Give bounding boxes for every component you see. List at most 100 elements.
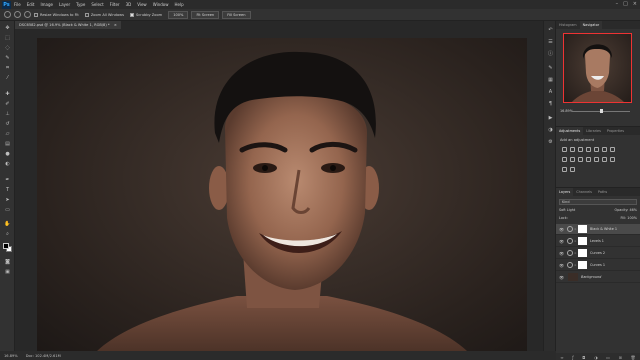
layer-filter-select[interactable]: Kind	[559, 199, 637, 205]
swatches-panel-icon[interactable]: ▦	[547, 77, 554, 83]
chain-link-icon[interactable]: ∞	[574, 263, 577, 267]
status-zoom[interactable]: 16.89%	[4, 354, 18, 358]
eyedropper-icon[interactable]: ⁄	[4, 75, 11, 81]
canvas-area[interactable]	[15, 29, 543, 351]
layer-row[interactable]: 👁 Background	[556, 272, 640, 283]
hue-saturation-icon[interactable]	[602, 147, 607, 152]
healing-brush-icon[interactable]: ✚	[4, 91, 11, 97]
tab-paths[interactable]: Paths	[595, 188, 610, 196]
fill-screen-button[interactable]: Fill Screen	[222, 10, 251, 19]
resize-windows-checkbox[interactable]	[34, 12, 38, 17]
gradient-tool-icon[interactable]: ▤	[4, 141, 11, 147]
menu-type[interactable]: Type	[76, 2, 85, 7]
exposure-icon[interactable]	[586, 147, 591, 152]
layer-name[interactable]: Background	[581, 275, 601, 279]
channel-mixer-icon[interactable]	[578, 157, 583, 162]
paragraph-panel-icon[interactable]: ¶	[547, 101, 554, 107]
type-tool-icon[interactable]: T	[4, 187, 11, 193]
zoom-tool-preset-icon[interactable]	[4, 11, 11, 18]
mask-icon[interactable]: ◘	[582, 355, 585, 360]
opacity-input[interactable]: 46%	[629, 208, 637, 212]
posterize-icon[interactable]	[602, 157, 607, 162]
lasso-tool-icon[interactable]: ◌	[4, 45, 11, 51]
blur-tool-icon[interactable]: ●	[4, 151, 11, 157]
chain-link-icon[interactable]: ∞	[574, 251, 577, 255]
menu-view[interactable]: View	[137, 2, 147, 7]
fx-icon[interactable]: ƒ	[572, 355, 573, 360]
folder-icon[interactable]: ▭	[606, 355, 610, 360]
photo-filter-icon[interactable]	[570, 157, 575, 162]
dodge-tool-icon[interactable]: ◐	[4, 161, 11, 167]
tab-histogram[interactable]: Histogram	[556, 21, 580, 29]
close-button[interactable]: ×	[633, 1, 637, 7]
layer-row[interactable]: 👁 ∞ Black & White 1	[556, 224, 640, 235]
visibility-eye-icon[interactable]: 👁	[559, 251, 565, 256]
adjustment-icon[interactable]: ◑	[594, 355, 598, 360]
quick-mask-icon[interactable]: ◙	[4, 259, 11, 265]
levels-icon[interactable]	[570, 147, 575, 152]
navigator-zoom[interactable]: 16.89%	[560, 109, 573, 113]
chain-link-icon[interactable]: ∞	[574, 239, 577, 243]
quick-select-icon[interactable]: ✎	[4, 55, 11, 61]
history-panel-icon[interactable]: ↶	[547, 27, 554, 33]
color-balance-icon[interactable]	[610, 147, 615, 152]
color-lookup-icon[interactable]	[586, 157, 591, 162]
zoom-out-icon[interactable]	[24, 11, 31, 18]
menu-filter[interactable]: Filter	[110, 2, 120, 7]
zoom-all-checkbox[interactable]	[84, 12, 89, 17]
navigator-slider-handle[interactable]	[600, 109, 603, 113]
fill-input[interactable]: 100%	[627, 216, 637, 220]
brush-panel-icon[interactable]: ✎	[547, 65, 554, 71]
layer-name[interactable]: Curves 2	[590, 251, 605, 255]
zoom-tool-icon[interactable]: ⌕	[4, 231, 11, 237]
zoom-in-icon[interactable]	[14, 11, 21, 18]
move-tool-icon[interactable]: ✥	[4, 25, 11, 31]
navigator-view-frame[interactable]	[563, 33, 632, 103]
visibility-eye-icon[interactable]: 👁	[559, 275, 565, 280]
layer-row[interactable]: 👁 ∞ Curves 2	[556, 248, 640, 259]
document-tab[interactable]: DSC6582.psd @ 16.9% (Black & White 1, RG…	[15, 21, 121, 29]
layer-mask-thumbnail[interactable]	[578, 249, 587, 257]
maximize-button[interactable]: □	[623, 1, 628, 7]
curves-icon[interactable]	[578, 147, 583, 152]
fit-screen-button[interactable]: Fit Screen	[191, 10, 220, 19]
menu-layer[interactable]: Layer	[59, 2, 70, 7]
blend-mode-select[interactable]: Soft Light	[559, 208, 575, 214]
layer-row[interactable]: 👁 ∞ Curves 1	[556, 260, 640, 271]
layer-mask-thumbnail[interactable]	[578, 225, 587, 233]
menu-window[interactable]: Window	[153, 2, 169, 7]
visibility-eye-icon[interactable]: 👁	[559, 263, 565, 268]
crop-tool-icon[interactable]: ⌗	[4, 65, 11, 71]
brush-tool-icon[interactable]: ✐	[4, 101, 11, 107]
pen-tool-icon[interactable]: ✒	[4, 177, 11, 183]
info-panel-icon[interactable]: ⓘ	[547, 51, 554, 57]
tab-navigator[interactable]: Navigator	[579, 21, 603, 29]
properties-panel-icon[interactable]: ☰	[547, 39, 554, 45]
invert-icon[interactable]	[594, 157, 599, 162]
layer-mask-thumbnail[interactable]	[578, 237, 587, 245]
layer-row[interactable]: 👁 ∞ Levels 1	[556, 236, 640, 247]
layer-mask-thumbnail[interactable]	[578, 261, 587, 269]
path-select-icon[interactable]: ➤	[4, 197, 11, 203]
brightness-icon[interactable]	[562, 147, 567, 152]
black-white-icon[interactable]	[562, 157, 567, 162]
new-layer-icon[interactable]: ⊞	[619, 355, 622, 360]
character-panel-icon[interactable]: A	[547, 89, 554, 95]
visibility-eye-icon[interactable]: 👁	[559, 239, 565, 244]
vibrance-icon[interactable]	[594, 147, 599, 152]
menu-3d[interactable]: 3D	[126, 2, 132, 7]
background-layer-thumbnail[interactable]	[568, 273, 578, 281]
scrubby-zoom-checkbox[interactable]	[129, 12, 134, 17]
photo-canvas[interactable]	[37, 38, 527, 351]
clone-stamp-icon[interactable]: ⊥	[4, 111, 11, 117]
tab-adjustments[interactable]: Adjustments	[556, 127, 584, 135]
selective-color-icon[interactable]	[570, 167, 575, 172]
tab-properties[interactable]: Properties	[604, 127, 627, 135]
menu-select[interactable]: Select	[91, 2, 103, 7]
tab-layers[interactable]: Layers	[556, 188, 574, 196]
chain-link-icon[interactable]: ∞	[574, 227, 577, 231]
zoom-100-button[interactable]: 100%	[168, 10, 189, 19]
trash-icon[interactable]: 🗑	[631, 355, 636, 360]
actions-panel-icon[interactable]: ▶	[547, 115, 554, 121]
close-tab-icon[interactable]: ×	[114, 23, 117, 27]
